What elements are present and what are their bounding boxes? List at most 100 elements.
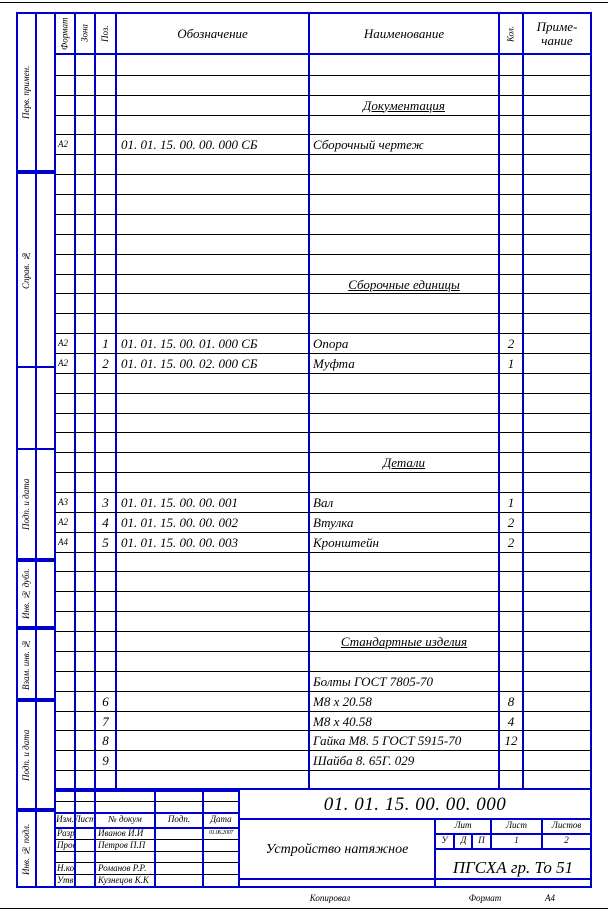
specification-sheet: Перв. примен. Справ. № Подп. и дата Инв. № … — [0, 0, 608, 911]
column-header-pos: Поз. — [100, 25, 110, 42]
row-9-format — [56, 711, 74, 731]
table-row-rule-30 — [56, 651, 592, 652]
row-6-zone — [76, 532, 94, 552]
tb-role-4: Н.контр. — [57, 862, 74, 873]
tb-podp-1 — [156, 827, 202, 839]
section-title-1: Документация — [363, 97, 445, 113]
row-7-note — [524, 671, 590, 691]
row-1-zone — [76, 134, 94, 154]
tb-lit-b: Д — [460, 835, 467, 845]
tb-listov-value: 2 — [564, 835, 569, 845]
row-4-pos: 3 — [102, 494, 109, 510]
table-row-rule-25 — [56, 552, 592, 553]
row-3-note — [524, 353, 590, 373]
row-5-pos: 4 — [102, 514, 109, 530]
row-11-format — [56, 750, 74, 770]
row-9-pos: 7 — [102, 713, 109, 729]
table-row-rule-1 — [56, 75, 592, 76]
footer-format-label: Формат — [468, 892, 502, 903]
tb-product-name: Устройство натяжное — [265, 842, 409, 857]
row-3-name: Муфта — [313, 355, 355, 371]
row-10-qty: 12 — [504, 732, 518, 748]
row-3-qty: 1 — [507, 355, 515, 371]
row-4-zone — [76, 492, 94, 512]
tb-person-2: Петров П.П — [98, 839, 146, 850]
tb-list-4 — [76, 862, 94, 874]
row-1-pos — [96, 134, 115, 154]
tb-podp-2 — [156, 839, 202, 851]
table-row-rule-5 — [56, 154, 592, 155]
tb-rev-header-data: Дата — [210, 814, 232, 824]
row-7-qty — [500, 671, 522, 691]
row-6-note — [524, 532, 590, 552]
footer-format-value: А4 — [545, 892, 555, 903]
row-3-zone — [76, 353, 94, 373]
frame-right — [590, 12, 592, 888]
table-row-rule-27 — [56, 591, 592, 592]
row-5-zone — [76, 512, 94, 532]
row-1-designation: 01. 01. 15. 00. 00. 000 СБ — [121, 136, 258, 152]
row-4-note — [524, 492, 590, 512]
tb-podp-5 — [156, 874, 202, 886]
row-5-designation: 01. 01. 15. 00. 00. 002 — [121, 514, 238, 530]
table-row-rule-7 — [56, 194, 592, 195]
column-header-qty: Кол. — [505, 25, 516, 42]
row-4-qty: 1 — [507, 494, 515, 510]
row-4-designation: 01. 01. 15. 00. 00. 001 — [121, 494, 238, 510]
tb-rev-header-podp: Подп. — [167, 814, 191, 824]
tb-list-2 — [76, 839, 94, 851]
side-label-ref-no: Справ. № — [21, 251, 31, 289]
tb-date-2 — [204, 839, 238, 851]
tb-person-1: Иванов И.И — [98, 827, 144, 838]
row-9-name: М8 х 40.58 — [313, 713, 372, 729]
column-header-designation: Обозначение — [177, 26, 248, 41]
row-7-designation — [117, 671, 308, 691]
column-header-note: Приме-чание — [524, 12, 590, 55]
column-header-format: Формат — [59, 17, 70, 50]
row-8-format — [56, 691, 74, 711]
side-label-first-use: Перв. примен. — [21, 65, 31, 119]
column-header-note-line-1: Приме- — [536, 18, 578, 34]
row-4-name: Вал — [313, 494, 334, 510]
row-5-note — [524, 512, 590, 532]
row-11-designation — [117, 750, 308, 770]
table-row-rule-28 — [56, 611, 592, 612]
tb-role-5: Утв. — [57, 874, 74, 885]
tb-lit-header: Лит — [454, 820, 472, 830]
row-1-name: Сборочный чертеж — [313, 136, 424, 152]
row-6-pos: 5 — [102, 534, 109, 550]
table-row-rule-21 — [56, 472, 592, 473]
table-row-rule-13 — [56, 313, 592, 314]
tb-person-4: Романов Р.Р. — [98, 862, 147, 873]
section-title-4: Стандартные изделия — [340, 633, 468, 649]
page-top-rule — [0, 2, 608, 3]
row-9-note — [524, 711, 590, 731]
section-title-3: Детали — [382, 454, 426, 470]
row-8-pos: 6 — [102, 693, 109, 709]
row-2-pos: 1 — [102, 335, 109, 351]
tb-podp-4 — [156, 862, 202, 874]
side-label-vzam-inv: Взам. инв. № — [21, 638, 31, 690]
tb-lit-a: У — [441, 835, 448, 845]
row-9-qty: 4 — [507, 713, 515, 729]
table-row-rule-36 — [56, 770, 592, 771]
table-row-rule-8 — [56, 214, 592, 215]
tb-role-1: Разраб. — [57, 827, 74, 838]
table-row-rule-16 — [56, 373, 592, 374]
row-8-designation — [117, 691, 308, 711]
row-11-zone — [76, 750, 94, 770]
row-10-format — [56, 730, 74, 750]
tb-list-1 — [76, 827, 94, 839]
table-row-rule-18 — [56, 413, 592, 414]
tb-rev-header-list: Лист — [76, 814, 94, 824]
table-row-rule-10 — [56, 254, 592, 255]
row-2-format: А2 — [58, 337, 68, 348]
row-10-name: Гайка М8. 5 ГОСТ 5915-70 — [313, 732, 462, 748]
tb-date-4 — [204, 862, 238, 874]
row-1-format: А2 — [58, 138, 68, 149]
row-3-pos: 2 — [102, 355, 109, 371]
row-11-pos: 9 — [102, 752, 109, 768]
table-row-rule-6 — [56, 174, 592, 175]
tb-rev-header-ndocum: № докум — [108, 814, 142, 824]
row-8-note — [524, 691, 590, 711]
